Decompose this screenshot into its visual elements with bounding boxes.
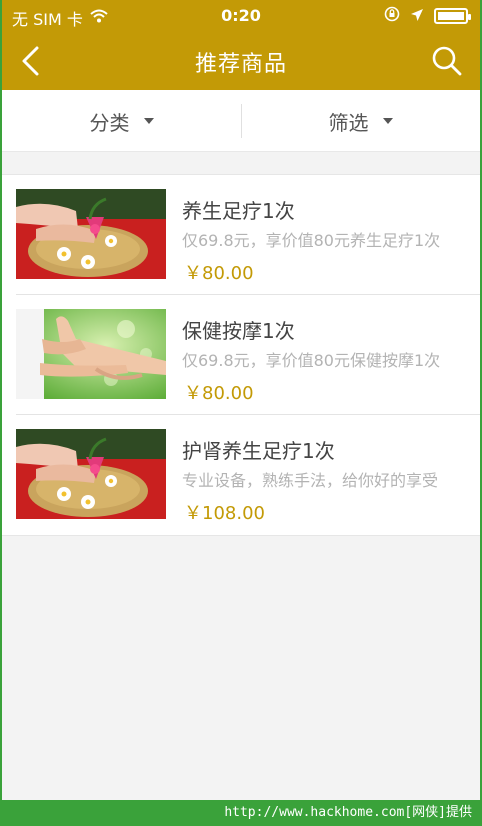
- product-image-foot-massage: [16, 309, 166, 399]
- rotation-lock-icon: [384, 6, 400, 26]
- product-item[interactable]: 养生足疗1次 仅69.8元，享价值80元养生足疗1次 ￥80.00: [16, 175, 480, 295]
- caret-down-icon: [382, 118, 393, 124]
- filter-bar: 分类 筛选: [2, 90, 480, 152]
- search-icon: [432, 46, 462, 76]
- product-image-foot-bath: [16, 189, 166, 279]
- product-price: ￥80.00: [184, 263, 254, 284]
- app-frame: 无 SIM 卡 0:20 推荐商品 分类 筛选 养生足疗1次 仅69.8元，享价…: [0, 0, 482, 826]
- product-price: ￥80.00: [184, 383, 254, 404]
- filter-label: 筛选: [328, 110, 369, 135]
- product-name: 养生足疗1次: [182, 199, 295, 223]
- category-dropdown[interactable]: 分类: [2, 90, 241, 152]
- watermark-bar: http://www.hackhome.com[网侠]提供: [0, 800, 482, 826]
- status-right: [384, 6, 471, 26]
- location-icon: [410, 7, 424, 26]
- page-title: 推荐商品: [194, 52, 287, 77]
- category-label: 分类: [89, 110, 130, 135]
- caret-down-icon: [143, 118, 154, 124]
- product-item[interactable]: 保健按摩1次 仅69.8元，享价值80元保健按摩1次 ￥80.00: [16, 295, 480, 415]
- product-name: 护肾养生足疗1次: [182, 439, 335, 463]
- filter-dropdown[interactable]: 筛选: [241, 90, 480, 152]
- product-price: ￥108.00: [184, 503, 265, 524]
- product-list: 养生足疗1次 仅69.8元，享价值80元养生足疗1次 ￥80.00 保健按摩1次…: [2, 174, 480, 536]
- nav-bar: 推荐商品: [2, 32, 480, 90]
- product-desc: 仅69.8元，享价值80元保健按摩1次: [182, 351, 441, 370]
- search-button[interactable]: [428, 42, 466, 80]
- battery-icon: [434, 8, 471, 24]
- product-item[interactable]: 护肾养生足疗1次 专业设备，熟练手法，给你好的享受 ￥108.00: [16, 415, 480, 535]
- status-bar: 无 SIM 卡 0:20: [2, 0, 480, 32]
- product-name: 保健按摩1次: [182, 319, 295, 343]
- product-image-foot-bath: [16, 429, 166, 519]
- product-desc: 专业设备，熟练手法，给你好的享受: [182, 471, 439, 490]
- product-desc: 仅69.8元，享价值80元养生足疗1次: [182, 231, 441, 250]
